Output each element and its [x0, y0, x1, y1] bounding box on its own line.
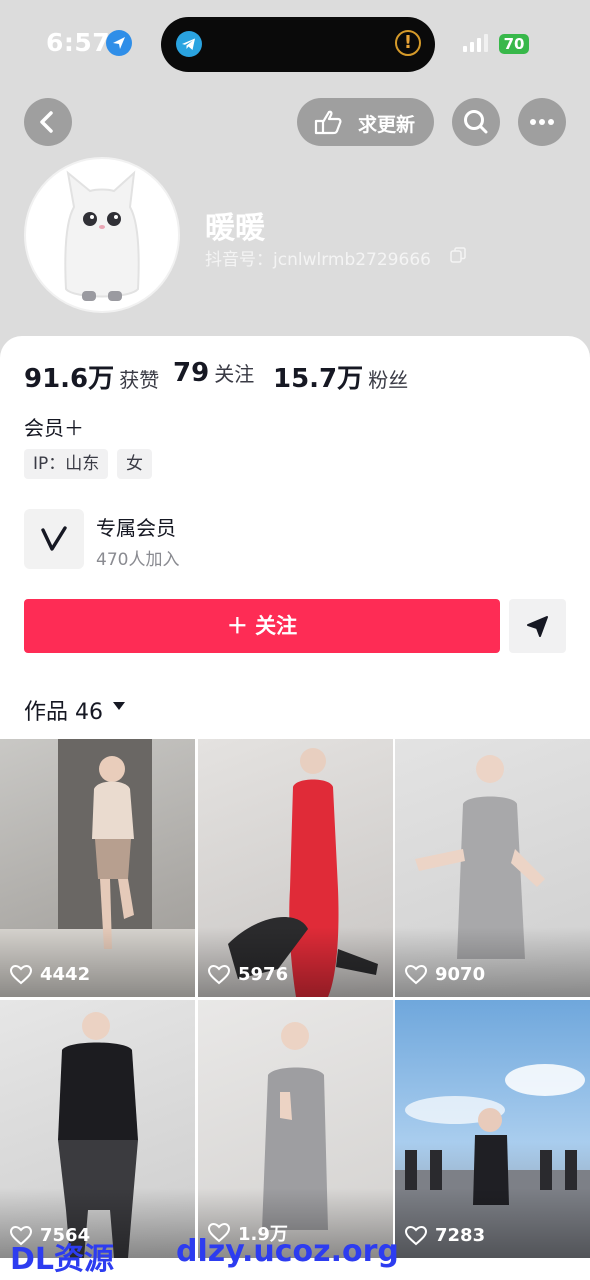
follow-button-label[interactable]: ＋ 关注	[24, 599, 500, 653]
stat-value: 79	[173, 358, 210, 388]
heart-outline-icon	[10, 964, 32, 984]
video-tile[interactable]: 7564	[0, 1000, 195, 1258]
status-time: 6:57	[46, 28, 111, 57]
heart-outline-icon	[208, 964, 230, 984]
watermark-overlay: DL资源 dlzy.ucoz.org	[0, 1230, 590, 1280]
send-message-button[interactable]	[509, 599, 566, 653]
watermark-left: DL资源	[10, 1242, 115, 1277]
battery-indicator: 70	[499, 34, 529, 54]
stat-label: 关注	[214, 362, 255, 386]
douyin-id: 抖音号：jcnlwlrmb2729666	[205, 250, 431, 270]
back-icon	[40, 111, 53, 133]
stat-likes: 91.6万 获赞	[24, 358, 159, 395]
ghost-cat-avatar-icon	[64, 170, 140, 301]
more-options-button[interactable]	[518, 98, 566, 146]
stat-label: 粉丝	[368, 368, 409, 392]
stat-following[interactable]: 79 关注	[173, 358, 254, 388]
video-tile[interactable]: 5976	[198, 739, 393, 997]
thumbnail-shade	[0, 927, 195, 997]
telegram-icon	[176, 31, 202, 57]
exclusive-club-count: 470人加入	[96, 550, 180, 570]
like-count-text: 5976	[238, 964, 289, 985]
send-icon	[527, 616, 548, 637]
warning-icon: !	[395, 30, 421, 56]
request-update-label: 求更新	[358, 114, 416, 136]
watermark-right: dlzy.ucoz.org	[176, 1234, 399, 1269]
video-tile[interactable]: 1.9万	[198, 1000, 393, 1258]
membership-text: 会员＋	[24, 416, 84, 440]
thumbnail-shade	[198, 927, 393, 997]
copy-icon[interactable]	[450, 247, 466, 263]
video-tile[interactable]: 9070	[395, 739, 590, 997]
v-logo-icon	[41, 526, 67, 551]
caret-down-icon[interactable]	[112, 700, 126, 712]
location-arrow-icon	[106, 30, 132, 56]
more-icon	[530, 119, 554, 125]
ip-location-tag: IP：山东	[24, 449, 109, 479]
like-count: 9070	[405, 964, 485, 985]
video-tile[interactable]: 7283	[395, 1000, 590, 1258]
gender-tag: 女	[117, 449, 152, 479]
stat-followers[interactable]: 15.7万 粉丝	[273, 358, 408, 395]
hand-pointer-icon	[314, 110, 342, 135]
search-button[interactable]	[452, 98, 500, 146]
like-count-text: 9070	[435, 964, 486, 985]
back-button[interactable]	[24, 98, 72, 146]
profile-nickname: 暖暖	[205, 211, 265, 246]
cellular-signal-icon	[463, 33, 493, 53]
exclusive-club-title[interactable]: 专属会员	[96, 512, 176, 541]
like-count: 5976	[208, 964, 288, 985]
stat-value: 15.7万	[273, 364, 364, 394]
stat-value: 91.6万	[24, 364, 115, 394]
works-tab[interactable]: 作品 46	[24, 694, 103, 726]
video-tile[interactable]: 4442	[0, 739, 195, 997]
search-icon	[464, 110, 488, 134]
exclusive-club-entry[interactable]	[24, 509, 84, 569]
stat-label: 获赞	[119, 368, 160, 392]
dynamic-island	[161, 17, 435, 72]
avatar[interactable]	[24, 157, 180, 313]
like-count: 4442	[10, 964, 90, 985]
like-count-text: 4442	[40, 964, 91, 985]
thumbnail-shade	[395, 927, 590, 997]
heart-outline-icon	[405, 964, 427, 984]
